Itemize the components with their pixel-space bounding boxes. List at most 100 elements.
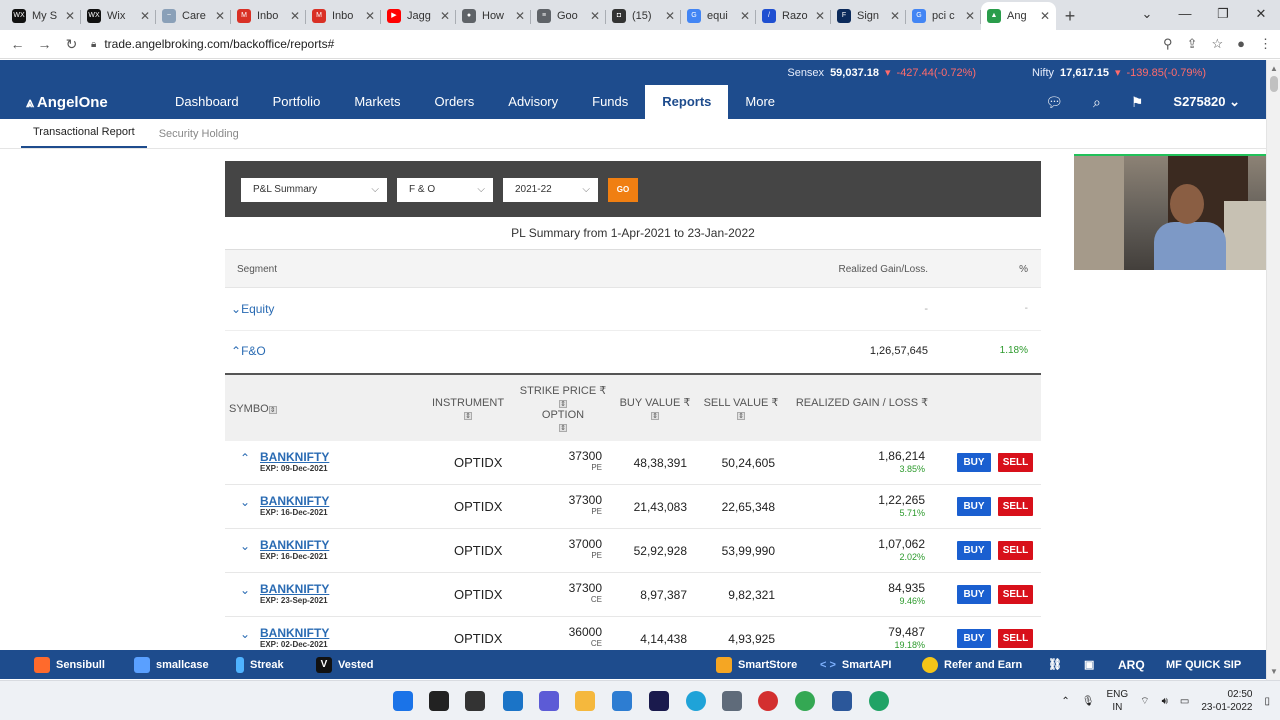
- close-tab-icon[interactable]: ✕: [290, 9, 300, 23]
- browser-tab[interactable]: Gequi ✕: [681, 2, 756, 30]
- lock-icon[interactable]: 🔒︎: [91, 39, 96, 50]
- terminal-icon[interactable]: [649, 691, 669, 711]
- browser-tab[interactable]: ≡ Goo ✕: [531, 2, 606, 30]
- close-tab-icon[interactable]: ✕: [665, 9, 675, 23]
- search-icon[interactable]: ⌕: [1093, 94, 1101, 111]
- buy-button[interactable]: BUY: [957, 541, 991, 560]
- symbol-link[interactable]: BANKNIFTY: [260, 450, 329, 464]
- browser-tab[interactable]: / Razo ✕: [756, 2, 831, 30]
- widgets-icon[interactable]: [503, 691, 523, 711]
- chevron-down-icon[interactable]: ⌄: [240, 583, 250, 597]
- sensibull-link[interactable]: Sensibull: [34, 650, 105, 679]
- realized-gain-loss-column-header[interactable]: REALIZED GAIN / LOSS ₹: [791, 397, 933, 409]
- buy-button[interactable]: BUY: [957, 585, 991, 604]
- go-button[interactable]: GO: [608, 178, 638, 202]
- arq-link[interactable]: ARQ: [1118, 650, 1145, 679]
- strike-price-column-header[interactable]: STRIKE PRICE ₹ ⇕ OPTION ⇕: [515, 385, 611, 433]
- close-tab-icon[interactable]: ✕: [365, 9, 375, 23]
- location-icon[interactable]: ⚲: [1163, 36, 1173, 52]
- smartstore-link[interactable]: SmartStore: [716, 650, 797, 679]
- segment-row-fno[interactable]: ⌃F&O 1,26,57,645 1.18%: [225, 330, 1041, 373]
- file-explorer-icon[interactable]: [575, 691, 595, 711]
- chevron-up-icon[interactable]: ⌃: [1061, 696, 1069, 707]
- task-view-icon[interactable]: [465, 691, 485, 711]
- streak-link[interactable]: Streak: [236, 650, 284, 679]
- screen-icon[interactable]: ▣: [1084, 650, 1094, 679]
- volume-icon[interactable]: 🔊︎: [1162, 696, 1168, 707]
- buy-value-column-header[interactable]: BUY VALUE ₹ ⇕: [617, 397, 693, 421]
- mf-quick-sip-link[interactable]: MF QUICK SIP: [1166, 650, 1241, 679]
- table-row[interactable]: ⌄ BANKNIFTY EXP: 23-Sep-2021 OPTIDX 3730…: [225, 573, 1041, 617]
- browser-tab[interactable]: ▲ Ang ✕: [981, 2, 1056, 30]
- close-tab-icon[interactable]: ✕: [515, 9, 525, 23]
- start-windows-icon[interactable]: [393, 691, 413, 711]
- reload-icon[interactable]: ↻: [58, 36, 85, 53]
- smallcase-link[interactable]: smallcase: [134, 650, 209, 679]
- share-icon[interactable]: ⇪: [1187, 36, 1198, 52]
- nav-item-funds[interactable]: Funds: [575, 85, 645, 119]
- angelone-logo[interactable]: ⩓ AngelOne: [26, 94, 136, 111]
- refer-and-earn-link[interactable]: Refer and Earn: [922, 650, 1022, 679]
- table-row[interactable]: ⌄ BANKNIFTY EXP: 16-Dec-2021 OPTIDX 3730…: [225, 485, 1041, 529]
- notification-icon[interactable]: ▯: [1264, 696, 1270, 707]
- symbol-link[interactable]: BANKNIFTY: [260, 494, 329, 508]
- edge-icon[interactable]: [686, 691, 706, 711]
- link-icon[interactable]: ⛓: [1048, 650, 1062, 679]
- store-icon[interactable]: [612, 691, 632, 711]
- nav-item-dashboard[interactable]: Dashboard: [158, 85, 256, 119]
- chrome-icon[interactable]: [795, 691, 815, 711]
- vested-link[interactable]: V Vested: [316, 650, 373, 679]
- tab-search-icon[interactable]: ⌄: [1128, 0, 1166, 28]
- back-icon[interactable]: ←: [4, 36, 31, 52]
- browser-tab[interactable]: M Inbo ✕: [231, 2, 306, 30]
- close-tab-icon[interactable]: ✕: [965, 9, 975, 23]
- battery-icon[interactable]: ▭: [1180, 696, 1189, 707]
- word-icon[interactable]: [832, 691, 852, 711]
- calculator-icon[interactable]: [722, 691, 742, 711]
- browser-tab[interactable]: M Inbo ✕: [306, 2, 381, 30]
- close-tab-icon[interactable]: ✕: [140, 9, 150, 23]
- browser-tab[interactable]: WX Wix ✕: [81, 2, 156, 30]
- new-tab-button[interactable]: +: [1056, 2, 1084, 30]
- report-type-select[interactable]: P&L Summary ⌵: [241, 178, 387, 202]
- close-tab-icon[interactable]: ✕: [65, 9, 75, 23]
- smartapi-link[interactable]: < > SmartAPI: [820, 650, 891, 679]
- profile-avatar-icon[interactable]: ●: [1237, 36, 1245, 52]
- tab-transactional-report[interactable]: Transactional Report: [21, 126, 147, 148]
- browser-tab[interactable]: ● How ✕: [456, 2, 531, 30]
- sell-value-column-header[interactable]: SELL VALUE ₹ ⇕: [701, 397, 781, 421]
- minimize-button[interactable]: —: [1166, 0, 1204, 28]
- close-tab-icon[interactable]: ✕: [1040, 9, 1050, 23]
- browser-tab[interactable]: ◘ (15) ✕: [606, 2, 681, 30]
- clock[interactable]: 02:50 23-01-2022: [1201, 688, 1252, 714]
- chevron-up-icon[interactable]: ⌃: [240, 451, 250, 465]
- browser-tab[interactable]: ▶ Jagg ✕: [381, 2, 456, 30]
- nav-item-more[interactable]: More: [728, 85, 792, 119]
- sell-button[interactable]: SELL: [998, 497, 1033, 516]
- close-tab-icon[interactable]: ✕: [215, 9, 225, 23]
- forward-icon[interactable]: →: [31, 36, 58, 52]
- buy-button[interactable]: BUY: [957, 497, 991, 516]
- maximize-button[interactable]: ❐: [1204, 0, 1242, 28]
- edge-dev-icon[interactable]: [869, 691, 889, 711]
- chevron-down-icon[interactable]: ⌄: [240, 539, 250, 553]
- sell-button[interactable]: SELL: [998, 453, 1033, 472]
- url-field[interactable]: 🔒︎ trade.angelbroking.com/backoffice/rep…: [91, 37, 334, 51]
- chevron-down-icon[interactable]: ⌄: [240, 495, 250, 509]
- buy-button[interactable]: BUY: [957, 629, 991, 648]
- table-row[interactable]: ⌃ BANKNIFTY EXP: 09-Dec-2021 OPTIDX 3730…: [225, 441, 1041, 485]
- nav-item-reports[interactable]: Reports: [645, 85, 729, 119]
- search-icon[interactable]: [429, 691, 449, 711]
- browser-tab[interactable]: F Sign ✕: [831, 2, 906, 30]
- chat-icon[interactable]: 💬︎: [1045, 94, 1063, 111]
- close-tab-icon[interactable]: ✕: [740, 9, 750, 23]
- chevron-down-icon[interactable]: ⌄: [240, 627, 250, 641]
- financial-year-select[interactable]: 2021-22 ⌵: [503, 178, 598, 202]
- symbol-link[interactable]: BANKNIFTY: [260, 626, 329, 640]
- close-tab-icon[interactable]: ✕: [440, 9, 450, 23]
- nav-item-orders[interactable]: Orders: [418, 85, 492, 119]
- account-menu[interactable]: S275820 ⌄: [1173, 94, 1240, 110]
- nav-item-advisory[interactable]: Advisory: [491, 85, 575, 119]
- language-indicator[interactable]: ENG IN: [1106, 688, 1128, 714]
- buy-button[interactable]: BUY: [957, 453, 991, 472]
